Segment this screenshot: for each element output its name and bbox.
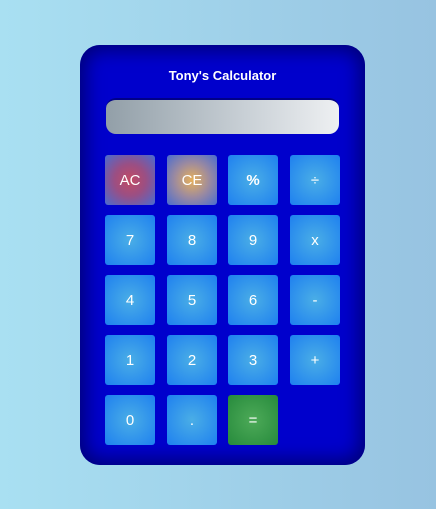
digit-2-button[interactable]: 2 [167,335,217,385]
digit-8-button[interactable]: 8 [167,215,217,265]
equals-button[interactable]: = [228,395,278,445]
plus-button[interactable]: + [290,335,340,385]
digit-7-button[interactable]: 7 [105,215,155,265]
digit-6-button[interactable]: 6 [228,275,278,325]
digit-1-button[interactable]: 1 [105,335,155,385]
all-clear-button[interactable]: AC [105,155,155,205]
multiply-button[interactable]: x [290,215,340,265]
decimal-button[interactable]: . [167,395,217,445]
calculator: Tony's Calculator AC CE % ÷ 7 8 9 x 4 5 … [80,45,365,465]
calculator-title: Tony's Calculator [168,68,277,83]
digit-0-button[interactable]: 0 [105,395,155,445]
percent-button[interactable]: % [228,155,278,205]
digit-9-button[interactable]: 9 [228,215,278,265]
digit-5-button[interactable]: 5 [167,275,217,325]
minus-button[interactable]: - [290,275,340,325]
digit-3-button[interactable]: 3 [228,335,278,385]
digit-4-button[interactable]: 4 [105,275,155,325]
display [106,98,339,134]
clear-entry-button[interactable]: CE [167,155,217,205]
divide-button[interactable]: ÷ [290,155,340,205]
